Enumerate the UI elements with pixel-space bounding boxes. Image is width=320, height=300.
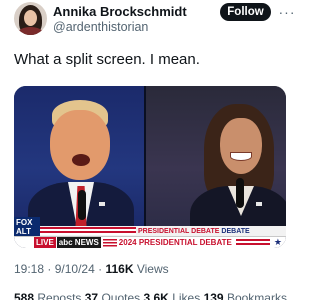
avatar[interactable] <box>14 2 47 35</box>
debate-banner: PRESIDENTIAL DEBATE DEBATE <box>40 226 286 236</box>
media-left-panel <box>14 86 144 236</box>
author-name[interactable]: Annika Brockschmidt <box>53 4 187 19</box>
ticker-stripes <box>235 238 270 247</box>
left-flag-pin <box>99 202 105 206</box>
reposts-label: Reposts <box>37 291 82 300</box>
bookmarks-count: 139 <box>203 291 224 300</box>
banner-label: PRESIDENTIAL DEBATE <box>138 227 220 235</box>
author-handle[interactable]: @ardenthistorian <box>53 20 148 34</box>
avatar-shirt <box>18 27 43 35</box>
news-ticker: LIVE abc NEWS 2024 PRESIDENTIAL DEBATE ★ <box>14 236 286 248</box>
left-person-mouth <box>72 154 90 166</box>
media-right-panel <box>146 86 286 236</box>
tweet-meta: 19:18 · 9/10/24 · 116K Views <box>14 262 169 276</box>
likes-label: Likes <box>172 291 201 300</box>
left-person-face <box>50 110 110 180</box>
tweet-date[interactable]: 9/10/24 <box>55 262 95 276</box>
right-microphone <box>236 178 244 208</box>
right-person-face <box>220 118 262 174</box>
ticker-text: 2024 PRESIDENTIAL DEBATE <box>118 238 232 247</box>
avatar-face <box>24 10 37 26</box>
tweet: Annika Brockschmidt @ardenthistorian Fol… <box>0 0 300 300</box>
star-icon: ★ <box>273 237 282 247</box>
tweet-time[interactable]: 19:18 <box>14 262 44 276</box>
ellipsis-icon[interactable]: ··· <box>277 3 297 21</box>
live-badge: LIVE <box>34 236 56 248</box>
bookmarks-stat[interactable]: 139 Bookmarks <box>204 291 287 300</box>
tweet-text: What a split screen. I mean. <box>14 51 200 68</box>
quotes-count: 37 <box>84 291 99 300</box>
likes-count: 3.6K <box>143 291 169 300</box>
quotes-label: Quotes <box>101 291 141 300</box>
tweet-stats: 588 Reposts 37 Quotes 3.6K Likes 139 Boo… <box>14 291 287 300</box>
network-logo: FOX ALT <box>14 217 40 236</box>
left-microphone <box>78 190 86 220</box>
quotes-stat[interactable]: 37 Quotes <box>85 291 140 300</box>
right-person-smile <box>230 152 252 161</box>
bookmarks-label: Bookmarks <box>226 291 287 300</box>
reposts-count: 588 <box>14 291 35 300</box>
tweet-media[interactable]: FOX ALT PRESIDENTIAL DEBATE DEBATE LIVE … <box>14 86 286 248</box>
likes-stat[interactable]: 3.6K Likes <box>144 291 201 300</box>
banner-stripes <box>40 227 136 235</box>
right-flag-pin <box>256 202 262 206</box>
flag-icon <box>102 238 117 247</box>
meta-separator: · <box>47 262 55 276</box>
abc-news-logo: abc NEWS <box>56 236 101 248</box>
views-label: Views <box>136 262 169 276</box>
reposts-stat[interactable]: 588 Reposts <box>14 291 81 300</box>
views-count: 116K <box>105 262 134 276</box>
banner-label-short: DEBATE <box>221 227 250 235</box>
follow-button[interactable]: Follow <box>220 3 271 21</box>
